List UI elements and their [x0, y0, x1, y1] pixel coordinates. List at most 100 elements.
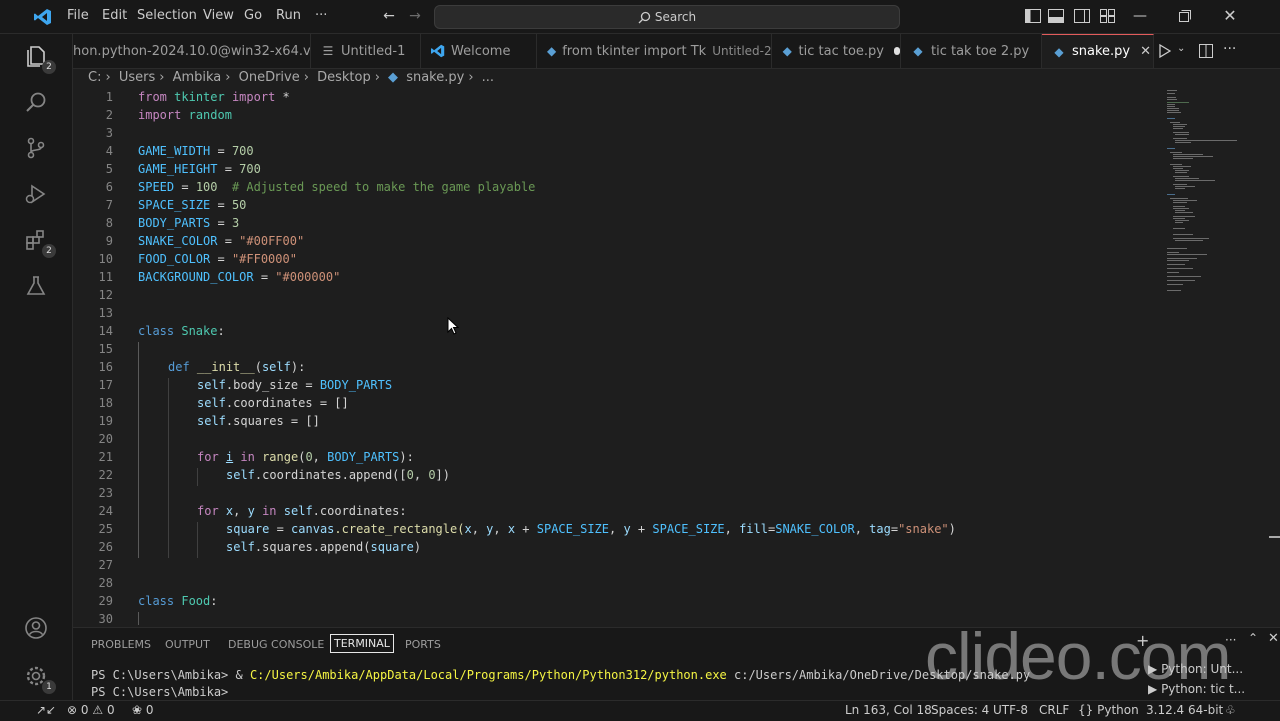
line-number: 18 — [98, 396, 113, 410]
code-editor[interactable]: 1 2 3 4 5 6 7 8 9 10 11 12 13 14 15 16 1… — [73, 88, 1238, 625]
tab-untitled-2[interactable]: ◆ from tkinter import Tk Untitled-2 — [537, 34, 772, 68]
braces-icon: {} — [1078, 703, 1094, 717]
code-line: BACKGROUND_COLOR = "#000000" — [138, 270, 341, 284]
arrow-right-icon[interactable]: → — [405, 6, 425, 26]
panel-tab-problems[interactable]: PROBLEMS — [91, 638, 151, 651]
terminal-instance[interactable]: ▶ Python: tic t... — [1148, 682, 1268, 700]
minimap[interactable] — [1165, 88, 1240, 308]
indentation[interactable]: Spaces: 4 — [931, 703, 989, 717]
error-icon: ⊗ — [67, 703, 78, 717]
line-number: 27 — [98, 558, 113, 572]
line-number: 30 — [98, 612, 113, 625]
code-line: def __init__(self): — [168, 360, 306, 374]
source-control-icon — [27, 137, 45, 159]
toggle-primary-sidebar-icon[interactable] — [1025, 9, 1041, 23]
maximize-panel-icon[interactable]: ⌃ — [1248, 631, 1258, 645]
close-tab-icon[interactable]: ✕ — [1140, 44, 1151, 59]
indent-guide — [197, 522, 198, 558]
explorer-badge: 2 — [42, 60, 56, 74]
manage-button[interactable]: 1 — [24, 664, 56, 694]
remote-icon[interactable]: ↗↙ — [36, 703, 56, 717]
run-debug-button[interactable] — [24, 182, 50, 208]
close-window-icon[interactable]: ✕ — [1220, 6, 1240, 26]
line-number: 9 — [105, 234, 113, 248]
accounts-button[interactable] — [24, 616, 50, 642]
line-number: 8 — [105, 216, 113, 230]
split-editor-icon[interactable] — [1199, 44, 1213, 58]
tab-tic-tac-toe[interactable]: ◆ tic tac toe.py — [772, 34, 901, 68]
command-search[interactable]: Search — [434, 5, 900, 29]
breadcrumb-item[interactable]: snake.py — [406, 70, 464, 85]
editor-tab-bar: hon.python-2024.10.0@win32-x64.vsix ☰ Un… — [73, 34, 1280, 69]
encoding[interactable]: UTF-8 — [993, 703, 1028, 717]
testing-button[interactable] — [24, 274, 50, 300]
breadcrumb-item[interactable]: Desktop — [317, 70, 371, 85]
code-line: self.coordinates = [] — [197, 396, 349, 410]
tab-vsix[interactable]: hon.python-2024.10.0@win32-x64.vsix — [63, 34, 311, 68]
run-file-icon[interactable] — [1159, 44, 1171, 58]
python-icon: ◆ — [1054, 44, 1064, 59]
close-panel-icon[interactable]: ✕ — [1268, 631, 1279, 646]
editor-scrollbar[interactable] — [1268, 88, 1280, 625]
search-view-button[interactable] — [24, 90, 50, 116]
breadcrumb-item[interactable]: C: — [88, 70, 101, 85]
menu-edit[interactable]: Edit — [102, 8, 127, 23]
extensions-button[interactable]: 2 — [24, 228, 56, 258]
menu-view[interactable]: View — [203, 8, 234, 23]
terminal-icon: ▶ — [1148, 662, 1158, 676]
toggle-secondary-sidebar-icon[interactable] — [1074, 9, 1090, 23]
vscode-logo-icon — [34, 9, 51, 25]
code-line: GAME_WIDTH = 700 — [138, 144, 254, 158]
indent-guide — [138, 612, 139, 625]
panel-tab-debug-console[interactable]: DEBUG CONSOLE — [228, 638, 324, 651]
tab-untitled-1[interactable]: ☰ Untitled-1 — [311, 34, 421, 68]
problems-status[interactable]: ⊗ 0 ⚠ 0 — [67, 703, 115, 717]
cursor-position[interactable]: Ln 163, Col 18 — [845, 703, 932, 717]
python-interpreter[interactable]: 3.12.4 64-bit — [1146, 703, 1223, 717]
more-actions-icon[interactable]: ··· — [1223, 41, 1236, 57]
tab-snake[interactable]: ◆ snake.py ✕ — [1042, 34, 1154, 68]
breadcrumb-item[interactable]: OneDrive — [239, 70, 300, 85]
indent-guide — [168, 378, 169, 558]
restore-icon[interactable] — [1179, 10, 1191, 22]
terminal-icon: ▶ — [1148, 682, 1158, 696]
ports-status[interactable]: ❀ 0 — [132, 703, 154, 717]
menu-selection[interactable]: Selection — [137, 8, 197, 23]
notifications-bell-icon[interactable]: ♧ — [1225, 703, 1236, 717]
line-number: 3 — [105, 126, 113, 140]
arrow-left-icon[interactable]: ← — [379, 6, 399, 26]
menu-go[interactable]: Go — [244, 8, 262, 23]
source-control-button[interactable] — [24, 136, 50, 162]
toggle-panel-icon[interactable] — [1048, 9, 1064, 23]
breadcrumb-item[interactable]: ... — [482, 70, 494, 85]
code-line: GAME_HEIGHT = 700 — [138, 162, 261, 176]
python-icon: ◆ — [782, 44, 792, 58]
breadcrumb-item[interactable]: Users — [119, 70, 155, 85]
minimize-icon[interactable]: — — [1130, 6, 1150, 26]
line-ending[interactable]: CRLF — [1039, 703, 1069, 717]
panel-tab-terminal[interactable]: TERMINAL — [330, 634, 394, 653]
language-mode[interactable]: {} Python — [1078, 703, 1139, 717]
line-number: 25 — [98, 522, 113, 536]
line-number: 10 — [98, 252, 113, 266]
menu-more[interactable]: ··· — [315, 8, 327, 23]
search-icon — [26, 92, 46, 112]
code-line: class Snake: — [138, 324, 225, 338]
customize-layout-icon[interactable] — [1100, 9, 1115, 23]
mouse-pointer-icon — [447, 317, 459, 335]
menu-run[interactable]: Run — [276, 8, 301, 23]
explorer-button[interactable]: 2 — [24, 44, 56, 74]
menu-file[interactable]: File — [67, 8, 89, 23]
run-menu-chevron-icon[interactable]: ⌄ — [1177, 43, 1185, 54]
more-panel-actions-icon[interactable]: ··· — [1225, 633, 1236, 647]
panel-tab-ports[interactable]: PORTS — [405, 638, 441, 651]
tab-welcome[interactable]: Welcome — [421, 34, 537, 68]
panel-tab-output[interactable]: OUTPUT — [165, 638, 210, 651]
code-line: self.body_size = BODY_PARTS — [197, 378, 393, 392]
tab-tic-tak-toe-2[interactable]: ◆ tic tak toe 2.py — [901, 34, 1042, 68]
new-terminal-icon[interactable]: + — [1136, 631, 1149, 650]
breadcrumb-item[interactable]: Ambika — [173, 70, 222, 85]
code-line: FOOD_COLOR = "#FF0000" — [138, 252, 297, 266]
terminal-instance[interactable]: ▶ Python: Unt... — [1148, 662, 1268, 680]
line-number: 23 — [98, 486, 113, 500]
